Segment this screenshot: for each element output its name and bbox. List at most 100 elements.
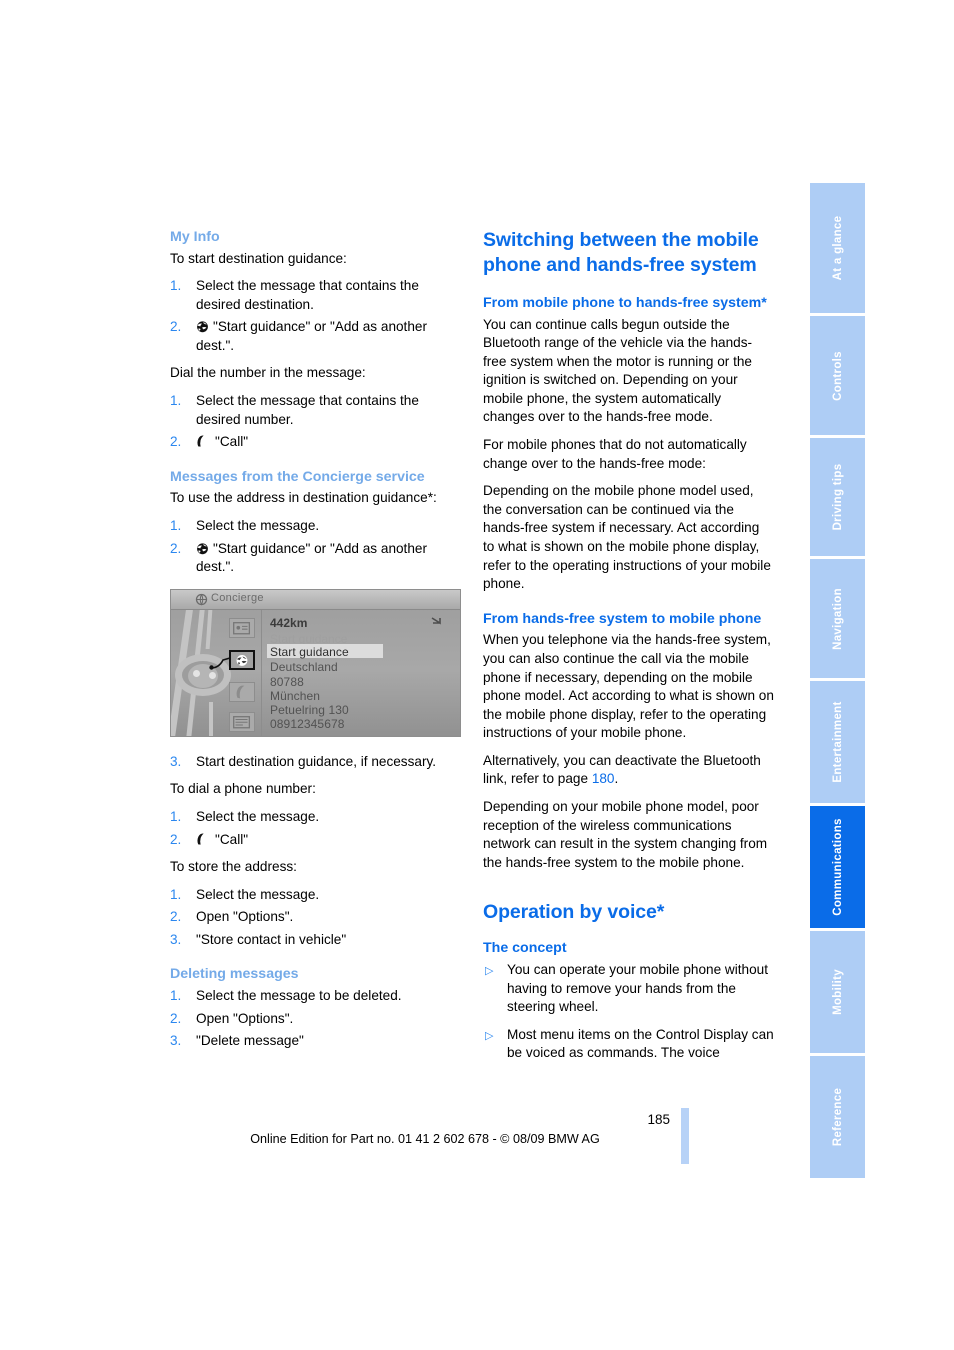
step-text: "Delete message"	[196, 1033, 304, 1049]
triangle-bullet-icon: ▷	[485, 1029, 494, 1042]
step-number: 2.	[170, 909, 182, 925]
paragraph: Depending on your mobile phone model, po…	[483, 799, 768, 870]
footer-text: Online Edition for Part no. 01 41 2 602 …	[250, 1132, 600, 1146]
step-text: Select the message that contains the des…	[196, 278, 419, 312]
my-info-intro-2: Dial the number in the message:	[170, 365, 366, 381]
tab-label: Driving tips	[831, 463, 844, 531]
page-reference-link[interactable]: 180	[592, 771, 615, 786]
step-number: 3.	[170, 1033, 182, 1049]
selected-menu-item[interactable]: Start guidance	[270, 645, 349, 659]
triangle-bullet-icon: ▷	[485, 964, 494, 977]
concierge-globe-icon	[195, 593, 208, 606]
address-line: Petuelring 130	[270, 702, 349, 717]
list-item: 3. Start destination guidance, if necess…	[170, 753, 461, 772]
step-number: 1.	[170, 987, 182, 1003]
step-text: Select the message.	[196, 808, 320, 824]
heading-deleting-messages: Deleting messages	[170, 966, 299, 983]
tab-label: At a glance	[831, 215, 844, 281]
address-line: Deutschland	[270, 659, 338, 674]
phone-icon	[196, 833, 211, 846]
step-text: "Call"	[215, 831, 249, 847]
step-text: "Store contact in vehicle"	[196, 931, 347, 947]
list-item: 2. "Call"	[170, 831, 461, 850]
step-text: Select the message.	[196, 517, 320, 533]
collapse-arrow-icon[interactable]	[430, 615, 444, 629]
list-item: 2. Open "Options".	[170, 1010, 461, 1029]
map-dot	[193, 669, 200, 677]
step-text: Open "Options".	[196, 909, 294, 925]
step-text: Select the message that contains the des…	[196, 393, 419, 427]
list-item: 2. "Start guidance" or "Add as another d…	[170, 540, 461, 577]
manual-page: My Info To start destination guidance: 1…	[0, 0, 954, 1350]
tab-driving-tips[interactable]: Driving tips	[810, 438, 865, 556]
heading-concierge-service: Messages from the Concierge service	[170, 468, 425, 485]
contact-card-icon[interactable]	[229, 617, 255, 638]
call-icon[interactable]	[229, 681, 255, 702]
list-item: 1. Select the message.	[170, 808, 461, 827]
tab-controls[interactable]: Controls	[810, 316, 865, 435]
list-item: ▷ You can operate your mobile phone with…	[483, 961, 774, 1017]
globe-icon	[196, 320, 209, 333]
step-text: "Start guidance" or "Add as another dest…	[196, 540, 427, 575]
paragraph-with-page-reference: Alternatively, you can deactivate the Bl…	[483, 752, 774, 789]
step-number: 2.	[170, 831, 182, 847]
chapter-tab-strip: At a glance Controls Driving tips Naviga…	[810, 183, 865, 1178]
step-number: 3.	[170, 753, 182, 769]
globe-icon	[196, 542, 209, 555]
step-number: 2.	[170, 540, 182, 556]
store-contact-icon[interactable]	[229, 711, 255, 732]
heading-the-concept: The concept	[483, 940, 567, 957]
tab-at-a-glance[interactable]: At a glance	[810, 183, 865, 313]
my-info-steps-2: 1. Select the message that contains the …	[170, 392, 461, 452]
distance-value: 442km	[270, 615, 308, 630]
my-info-intro-1: To start destination guidance:	[170, 250, 347, 266]
tab-label: Navigation	[831, 587, 844, 650]
step-number: 2.	[170, 434, 182, 450]
voice-concept-bullets: ▷ You can operate your mobile phone with…	[483, 961, 774, 1063]
paragraph-text-pre: Alternatively, you can deactivate the Bl…	[483, 752, 761, 787]
list-item: 1. Select the message that contains the …	[170, 277, 461, 314]
tab-reference[interactable]: Reference	[810, 1056, 865, 1178]
tab-label: Mobility	[831, 969, 844, 1015]
tab-navigation[interactable]: Navigation	[810, 559, 865, 678]
footer-accent-bar	[681, 1108, 689, 1164]
heading-from-mobile-to-handsfree: From mobile phone to hands-free system*	[483, 295, 767, 311]
step-number: 3.	[170, 931, 182, 947]
tab-label: Entertainment	[831, 701, 844, 783]
start-guidance-icon[interactable]	[229, 649, 255, 670]
paragraph: Depending on the mobile phone model used…	[483, 483, 771, 592]
tab-label: Reference	[831, 1087, 844, 1147]
step-text: Open "Options".	[196, 1010, 294, 1026]
tab-entertainment[interactable]: Entertainment	[810, 681, 865, 803]
tab-communications[interactable]: Communications	[810, 806, 865, 928]
left-column: My Info To start destination guidance: 1…	[170, 228, 461, 1060]
page-title: Switching between the mobile phone and h…	[483, 229, 759, 276]
step-text: Start destination guidance, if necessary…	[196, 753, 437, 769]
concierge-step-3: 3. Start destination guidance, if necess…	[170, 753, 461, 772]
heading-my-info: My Info	[170, 229, 220, 245]
step-number: 1.	[170, 517, 182, 533]
my-info-steps-1: 1. Select the message that contains the …	[170, 277, 461, 355]
deleting-steps: 1. Select the message to be deleted. 2. …	[170, 987, 461, 1051]
callout-connector	[209, 656, 231, 670]
tab-label: Communications	[831, 818, 844, 916]
map-dot	[209, 671, 216, 679]
concierge-steps-3: 1. Select the message. 2. Open "Options"…	[170, 886, 461, 950]
concierge-intro-1: To use the address in destination guidan…	[170, 490, 437, 506]
list-item: 2. Open "Options".	[170, 908, 461, 927]
concierge-steps-2: 1. Select the message. 2. "Call"	[170, 808, 461, 849]
step-text: "Call"	[215, 434, 249, 450]
tab-mobility[interactable]: Mobility	[810, 931, 865, 1053]
list-item: 3. "Store contact in vehicle"	[170, 931, 461, 950]
right-column: Switching between the mobile phone and h…	[483, 228, 774, 1072]
step-number: 2.	[170, 1010, 182, 1026]
phone-icon	[196, 435, 211, 448]
address-line: München	[270, 688, 321, 703]
list-item: 3. "Delete message"	[170, 1032, 461, 1051]
paragraph: You can continue calls begun outside the…	[483, 316, 753, 425]
address-line: 80788	[270, 674, 304, 689]
step-number: 2.	[170, 319, 182, 335]
map-road	[209, 701, 213, 736]
step-number: 1.	[170, 278, 182, 294]
concierge-intro-3: To store the address:	[170, 859, 297, 875]
